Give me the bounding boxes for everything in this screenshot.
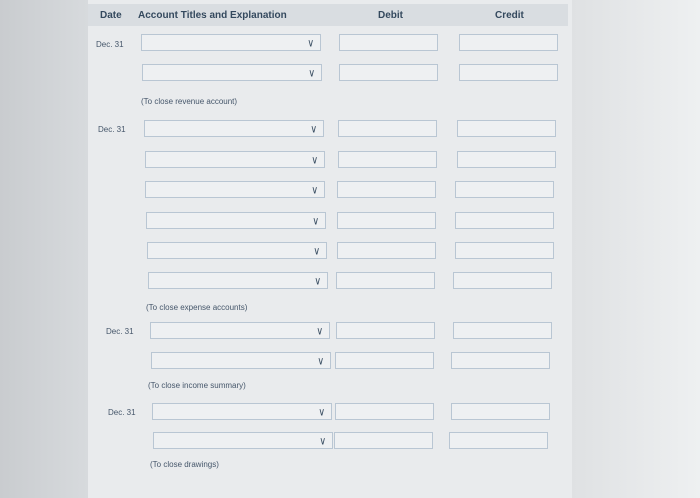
entry-explanation: (To close revenue account) <box>141 97 238 106</box>
account-title-select[interactable]: ∨ <box>150 322 330 339</box>
credit-input[interactable] <box>457 120 556 137</box>
credit-input[interactable] <box>459 64 558 81</box>
header-debit: Debit <box>378 10 403 21</box>
debit-input[interactable] <box>334 432 433 449</box>
chevron-down-icon[interactable]: ∨ <box>308 67 315 80</box>
header-account-titles: Account Titles and Explanation <box>138 10 287 21</box>
chevron-down-icon[interactable]: ∨ <box>314 275 321 288</box>
debit-input[interactable] <box>335 352 434 369</box>
credit-input[interactable] <box>449 432 548 449</box>
entry-explanation: (To close expense accounts) <box>146 303 248 312</box>
chevron-down-icon[interactable]: ∨ <box>310 123 317 136</box>
account-title-select[interactable]: ∨ <box>142 64 322 81</box>
account-title-select[interactable]: ∨ <box>151 352 331 369</box>
debit-input[interactable] <box>338 120 437 137</box>
chevron-down-icon[interactable]: ∨ <box>316 325 323 338</box>
entry-explanation: (To close income summary) <box>148 381 246 390</box>
entry-explanation: (To close drawings) <box>150 460 219 469</box>
entry-date: Dec. 31 <box>98 125 126 134</box>
credit-input[interactable] <box>455 242 554 259</box>
debit-input[interactable] <box>336 322 435 339</box>
credit-input[interactable] <box>457 151 556 168</box>
credit-input[interactable] <box>451 352 550 369</box>
debit-input[interactable] <box>337 212 436 229</box>
chevron-down-icon[interactable]: ∨ <box>318 406 325 419</box>
account-title-select[interactable]: ∨ <box>153 432 333 449</box>
credit-input[interactable] <box>451 403 550 420</box>
debit-input[interactable] <box>339 64 438 81</box>
entry-date: Dec. 31 <box>96 40 124 49</box>
background-left <box>0 0 88 498</box>
account-title-select[interactable]: ∨ <box>145 151 325 168</box>
background-right <box>572 0 700 498</box>
chevron-down-icon[interactable]: ∨ <box>307 37 314 50</box>
entry-date: Dec. 31 <box>108 408 136 417</box>
debit-input[interactable] <box>337 242 436 259</box>
credit-input[interactable] <box>455 181 554 198</box>
account-title-select[interactable]: ∨ <box>141 34 321 51</box>
chevron-down-icon[interactable]: ∨ <box>312 215 319 228</box>
chevron-down-icon[interactable]: ∨ <box>311 154 318 167</box>
chevron-down-icon[interactable]: ∨ <box>311 184 318 197</box>
chevron-down-icon[interactable]: ∨ <box>317 355 324 368</box>
account-title-select[interactable]: ∨ <box>144 120 324 137</box>
credit-input[interactable] <box>455 212 554 229</box>
table-header: Date Account Titles and Explanation Debi… <box>88 4 568 26</box>
debit-input[interactable] <box>339 34 438 51</box>
debit-input[interactable] <box>336 272 435 289</box>
account-title-select[interactable]: ∨ <box>146 212 326 229</box>
chevron-down-icon[interactable]: ∨ <box>319 435 326 448</box>
account-title-select[interactable]: ∨ <box>148 272 328 289</box>
header-credit: Credit <box>495 10 524 21</box>
account-title-select[interactable]: ∨ <box>152 403 332 420</box>
credit-input[interactable] <box>453 322 552 339</box>
debit-input[interactable] <box>335 403 434 420</box>
header-date: Date <box>100 10 122 21</box>
chevron-down-icon[interactable]: ∨ <box>313 245 320 258</box>
debit-input[interactable] <box>337 181 436 198</box>
credit-input[interactable] <box>453 272 552 289</box>
debit-input[interactable] <box>338 151 437 168</box>
credit-input[interactable] <box>459 34 558 51</box>
account-title-select[interactable]: ∨ <box>145 181 325 198</box>
entry-date: Dec. 31 <box>106 327 134 336</box>
account-title-select[interactable]: ∨ <box>147 242 327 259</box>
